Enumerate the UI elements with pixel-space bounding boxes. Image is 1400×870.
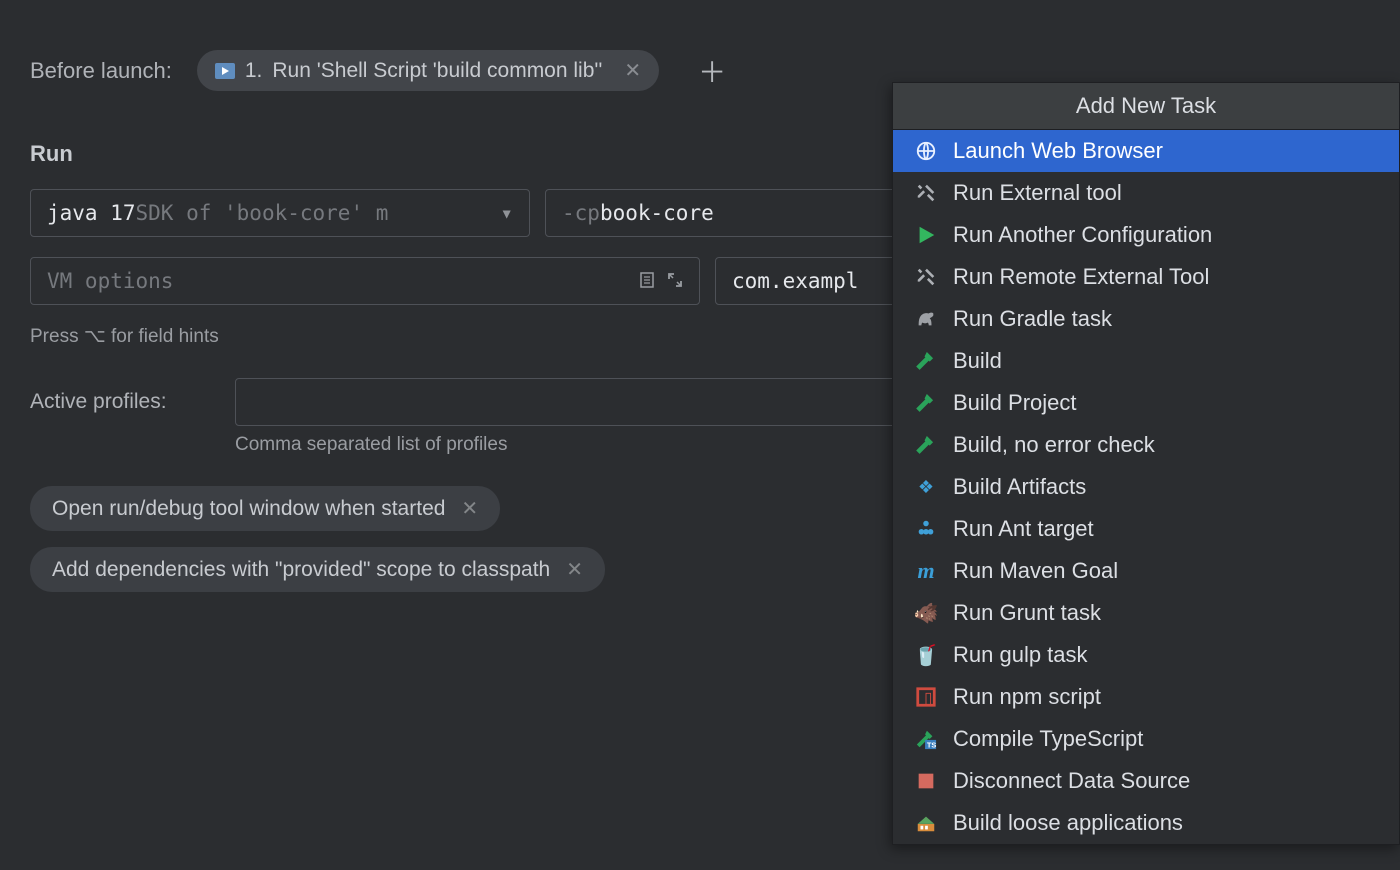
popup-item-label: Build Project: [953, 390, 1077, 416]
popup-item[interactable]: Run npm script: [893, 676, 1399, 718]
tools-icon: [913, 180, 939, 206]
gulp-icon: 🥤: [913, 642, 939, 668]
popup-item-label: Run gulp task: [953, 642, 1088, 668]
popup-item-label: Build, no error check: [953, 432, 1155, 458]
diamond-icon: ❖: [913, 474, 939, 500]
popup-item-label: Run Grunt task: [953, 600, 1101, 626]
document-icon[interactable]: [639, 269, 655, 293]
popup-item[interactable]: Run Gradle task: [893, 298, 1399, 340]
main-class-value: com.exampl: [732, 269, 858, 293]
chip-label: Add dependencies with "provided" scope t…: [52, 558, 550, 582]
hammer-icon: [913, 432, 939, 458]
popup-item[interactable]: m Run Maven Goal: [893, 550, 1399, 592]
sdk-detail: SDK of 'book-core' m: [136, 201, 389, 225]
run-script-icon: [215, 63, 235, 79]
task-chip-prefix: 1.: [245, 59, 263, 83]
popup-item-label: Run Gradle task: [953, 306, 1112, 332]
grunt-icon: 🐗: [913, 600, 939, 626]
popup-item[interactable]: 🐗 Run Grunt task: [893, 592, 1399, 634]
gradle-icon: [913, 306, 939, 332]
popup-item[interactable]: Run Another Configuration: [893, 214, 1399, 256]
popup-item-label: Build loose applications: [953, 810, 1183, 836]
popup-item-label: Run External tool: [953, 180, 1122, 206]
datasource-icon: [913, 768, 939, 794]
popup-item-label: Compile TypeScript: [953, 726, 1143, 752]
task-chip-label: Run 'Shell Script 'build common lib'': [272, 59, 602, 83]
provided-scope-chip[interactable]: Add dependencies with "provided" scope t…: [30, 547, 605, 592]
popup-item[interactable]: Run Ant target: [893, 508, 1399, 550]
popup-item-label: Launch Web Browser: [953, 138, 1163, 164]
maven-icon: m: [913, 558, 939, 584]
popup-item-label: Run Remote External Tool: [953, 264, 1209, 290]
close-icon[interactable]: ✕: [461, 496, 478, 521]
popup-item-label: Disconnect Data Source: [953, 768, 1190, 794]
popup-item-label: Build: [953, 348, 1002, 374]
popup-item-label: Run Ant target: [953, 516, 1094, 542]
popup-item[interactable]: Build Project: [893, 382, 1399, 424]
close-icon[interactable]: ✕: [624, 58, 641, 83]
before-launch-task-chip[interactable]: 1. Run 'Shell Script 'build common lib''…: [197, 50, 659, 91]
popup-item[interactable]: 🥤 Run gulp task: [893, 634, 1399, 676]
typescript-icon: TS: [913, 726, 939, 752]
close-icon[interactable]: ✕: [566, 557, 583, 582]
chevron-down-icon: ▾: [490, 201, 513, 225]
cp-flag: -cp: [562, 201, 600, 225]
popup-item-label: Build Artifacts: [953, 474, 1086, 500]
popup-item[interactable]: TS Compile TypeScript: [893, 718, 1399, 760]
popup-title: Add New Task: [893, 83, 1399, 130]
ant-icon: [913, 516, 939, 542]
popup-item[interactable]: Run External tool: [893, 172, 1399, 214]
chip-label: Open run/debug tool window when started: [52, 497, 445, 521]
sdk-value: java 17: [47, 201, 136, 225]
active-profiles-label: Active profiles:: [30, 390, 215, 414]
before-launch-label: Before launch:: [30, 58, 172, 84]
popup-item[interactable]: Build, no error check: [893, 424, 1399, 466]
popup-item-label: Run Maven Goal: [953, 558, 1118, 584]
openliberty-icon: [913, 810, 939, 836]
svg-text:TS: TS: [927, 740, 936, 749]
popup-item[interactable]: ❖ Build Artifacts: [893, 466, 1399, 508]
hammer-icon: [913, 348, 939, 374]
add-new-task-popup: Add New Task Launch Web Browser Run Exter…: [892, 82, 1400, 845]
expand-icon[interactable]: [667, 269, 683, 293]
add-task-button[interactable]: ＋: [698, 51, 726, 91]
cp-value: book-core: [600, 201, 714, 225]
popup-item-label: Run Another Configuration: [953, 222, 1212, 248]
popup-item[interactable]: Run Remote External Tool: [893, 256, 1399, 298]
globe-icon: [913, 138, 939, 164]
vm-options-field[interactable]: VM options: [30, 257, 700, 305]
sdk-dropdown[interactable]: java 17 SDK of 'book-core' m ▾: [30, 189, 530, 237]
popup-item[interactable]: Build: [893, 340, 1399, 382]
popup-item-label: Run npm script: [953, 684, 1101, 710]
popup-item[interactable]: Launch Web Browser: [893, 130, 1399, 172]
tools-icon: [913, 264, 939, 290]
hammer-icon: [913, 390, 939, 416]
npm-icon: [913, 684, 939, 710]
popup-item[interactable]: Build loose applications: [893, 802, 1399, 844]
play-icon: [913, 222, 939, 248]
vm-options-placeholder: VM options: [47, 269, 173, 293]
open-tool-window-chip[interactable]: Open run/debug tool window when started …: [30, 486, 500, 531]
popup-item[interactable]: Disconnect Data Source: [893, 760, 1399, 802]
